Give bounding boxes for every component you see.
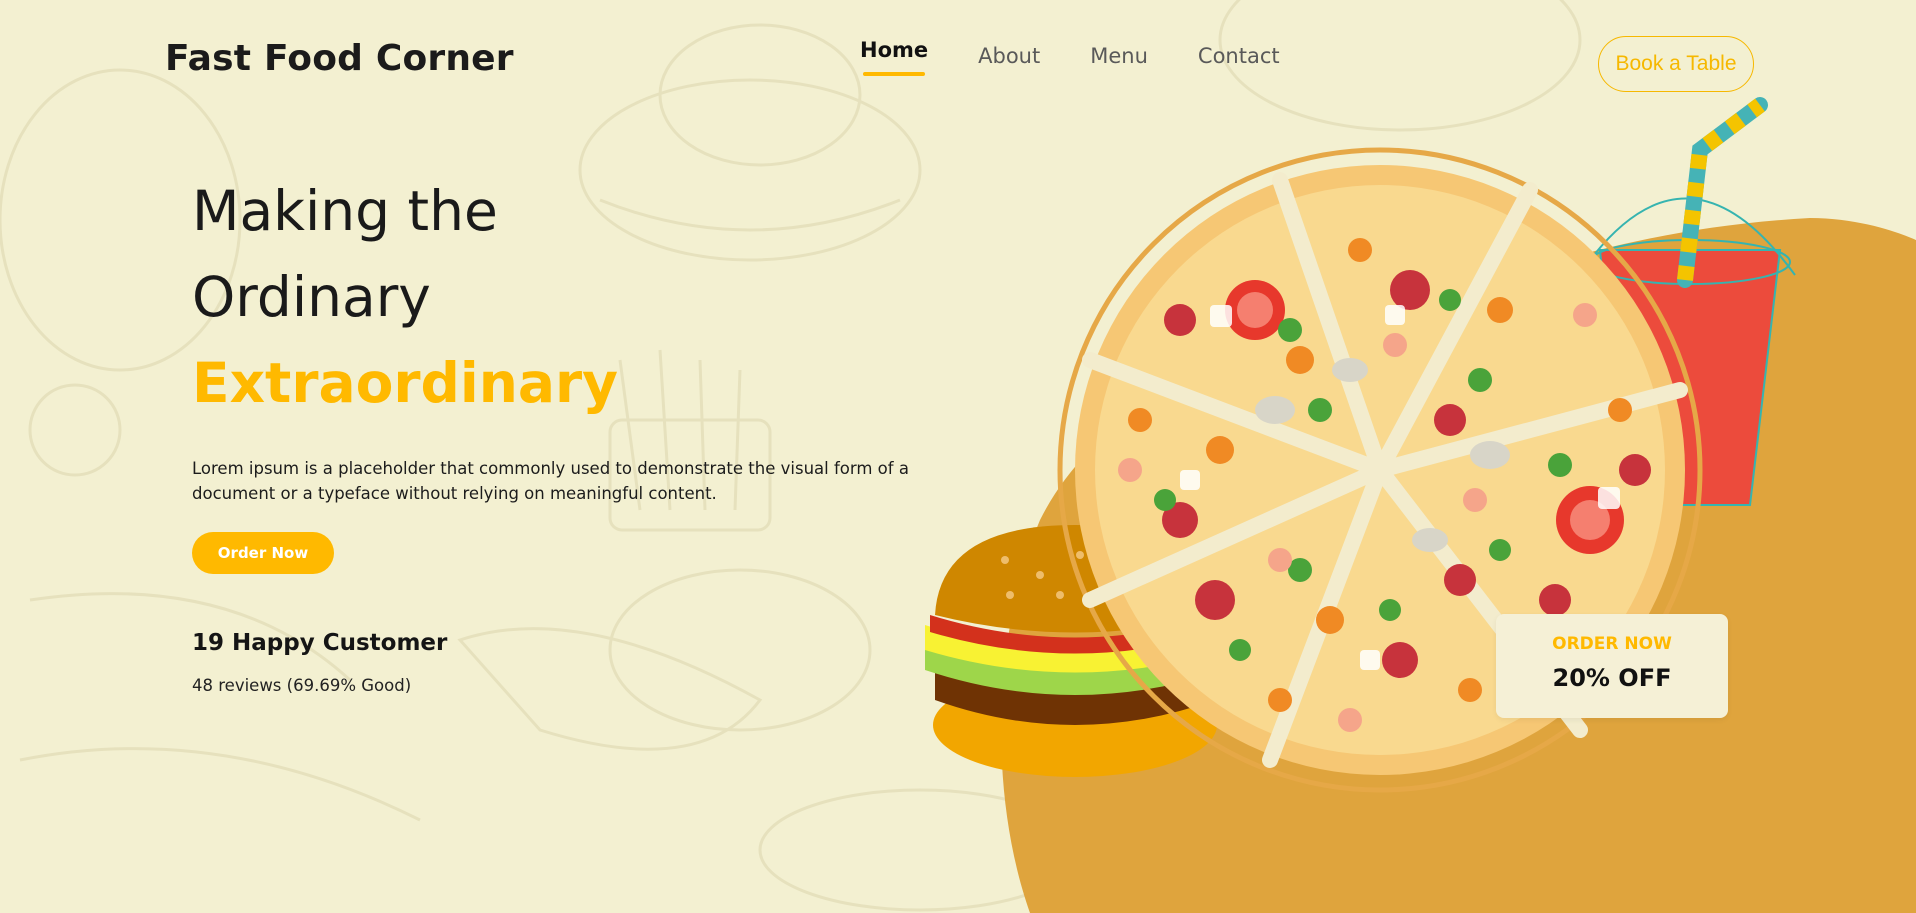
promo-card[interactable]: ORDER NOW 20% OFF (1496, 614, 1728, 718)
brand-logo[interactable]: Fast Food Corner (165, 38, 514, 79)
hero-section: Making the Ordinary Extraordinary Lorem … (192, 168, 912, 695)
order-now-button[interactable]: Order Now (192, 532, 334, 574)
main-nav: Home About Menu Contact (860, 38, 1280, 76)
nav-item-home[interactable]: Home (860, 38, 928, 76)
hero-description: Lorem ipsum is a placeholder that common… (192, 459, 909, 503)
hero-title-accent: Extraordinary (192, 351, 618, 415)
happy-customer-count: 19 Happy Customer (192, 630, 448, 656)
book-table-button[interactable]: Book a Table (1598, 36, 1754, 92)
hero-title-line-1: Making the (192, 179, 498, 243)
nav-item-contact[interactable]: Contact (1198, 44, 1280, 68)
promo-label: ORDER NOW (1552, 634, 1672, 654)
promo-discount: 20% OFF (1552, 664, 1672, 692)
nav-item-menu[interactable]: Menu (1090, 44, 1148, 68)
hero-title-line-2: Ordinary (192, 265, 431, 329)
nav-item-about[interactable]: About (978, 44, 1040, 68)
reviews-summary: 48 reviews (69.69% Good) (192, 676, 412, 695)
hero-title: Making the Ordinary Extraordinary (192, 168, 912, 426)
